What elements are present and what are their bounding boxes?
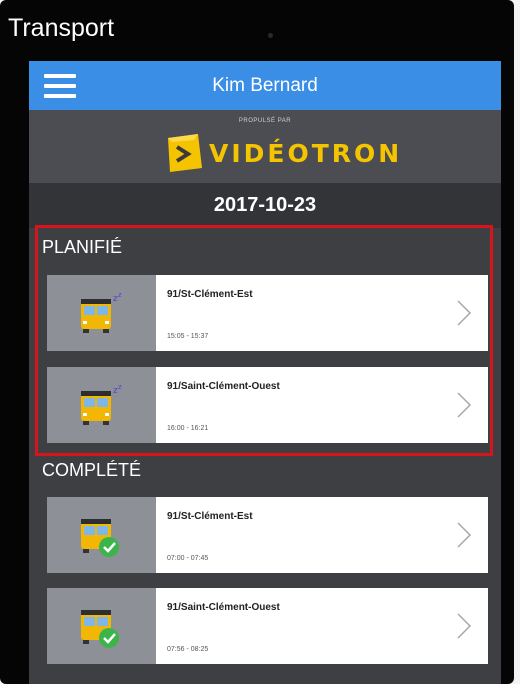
- bus-completed-icon: [81, 610, 119, 648]
- chevron-right-icon: [457, 300, 472, 326]
- trip-thumbnail: z z: [47, 367, 156, 443]
- trip-times: 07:56 - 08:25: [167, 646, 209, 653]
- sleeping-bus-icon: z z: [81, 291, 122, 333]
- app-screen: Kim Bernard PROPULSÉ PAR VIDÉOTRON 2017-…: [29, 61, 501, 684]
- trip-thumbnail: [47, 497, 156, 573]
- trip-row[interactable]: z z 91/St-Clément-Est 15:05 - 15:37: [47, 275, 488, 351]
- svg-text:z: z: [118, 383, 122, 391]
- trip-times: 16:00 - 16:21: [167, 425, 209, 432]
- section-title-completed: COMPLÉTÉ: [42, 460, 142, 480]
- trip-route: 91/St-Clément-Est: [167, 511, 253, 522]
- brand-name: VIDÉOTRON: [209, 139, 403, 168]
- window-title: Transport: [8, 14, 115, 42]
- brand-banner: PROPULSÉ PAR VIDÉOTRON: [29, 110, 501, 183]
- tablet-frame: Transport Kim Bernard PROPULSÉ PAR VIDÉO…: [0, 0, 514, 684]
- chevron-right-icon: [457, 392, 472, 418]
- hamburger-menu-icon[interactable]: [44, 74, 76, 98]
- trip-route: 91/Saint-Clément-Ouest: [167, 602, 280, 613]
- powered-by-label: PROPULSÉ PAR: [238, 118, 292, 124]
- trip-thumbnail: [47, 588, 156, 664]
- section-title-planned: PLANIFIÉ: [42, 237, 123, 257]
- user-name: Kim Bernard: [212, 75, 318, 96]
- sleeping-bus-icon: z z: [81, 383, 122, 425]
- videotron-logo: [168, 134, 202, 172]
- app-bar: Kim Bernard: [29, 61, 501, 110]
- chevron-right-icon: [457, 522, 472, 548]
- chevron-right-icon: [457, 613, 472, 639]
- trip-route: 91/St-Clément-Est: [167, 289, 253, 300]
- trip-times: 15:05 - 15:37: [167, 333, 209, 340]
- trip-row[interactable]: 91/Saint-Clément-Ouest 07:56 - 08:25: [47, 588, 488, 664]
- bus-completed-icon: [81, 519, 119, 557]
- date-header: 2017-10-23: [29, 183, 501, 228]
- svg-text:z: z: [118, 291, 122, 299]
- trip-row[interactable]: 91/St-Clément-Est 07:00 - 07:45: [47, 497, 488, 573]
- camera-dot: [268, 33, 273, 38]
- trip-row[interactable]: z z 91/Saint-Clément-Ouest 16:00 - 16:21: [47, 367, 488, 443]
- trip-thumbnail: z z: [47, 275, 156, 351]
- trip-route: 91/Saint-Clément-Ouest: [167, 381, 280, 392]
- trip-times: 07:00 - 07:45: [167, 555, 209, 562]
